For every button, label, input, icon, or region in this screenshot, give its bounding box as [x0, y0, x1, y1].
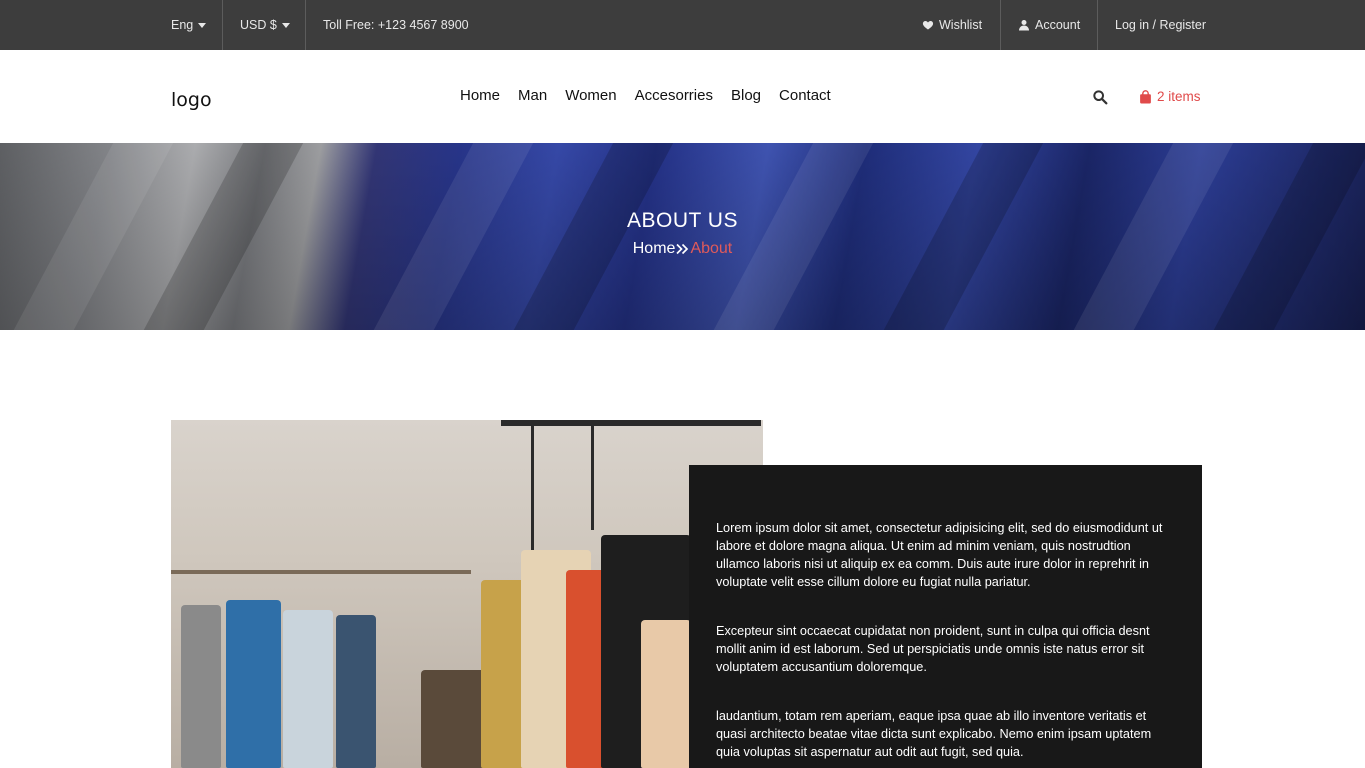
- breadcrumb: Home About: [0, 240, 1365, 258]
- currency-label: USD $: [240, 18, 277, 32]
- login-register-link[interactable]: Log in / Register: [1115, 0, 1206, 50]
- chevron-down-icon: [198, 23, 207, 28]
- top-bar-divider: [222, 0, 223, 50]
- user-icon: [1019, 20, 1029, 31]
- about-image: [171, 420, 763, 768]
- banner-fabric-shadow: [490, 143, 690, 330]
- breadcrumb-current: About: [690, 240, 733, 257]
- banner-fabric-shadow: [860, 143, 1060, 330]
- image-shelf: [171, 570, 471, 574]
- breadcrumb-home-link[interactable]: Home: [633, 240, 676, 258]
- currency-selector[interactable]: USD $: [240, 0, 290, 50]
- account-label: Account: [1035, 18, 1081, 32]
- nav-item-blog[interactable]: Blog: [731, 87, 761, 104]
- about-paragraph: Excepteur sint occaecat cupidatat non pr…: [716, 624, 1150, 674]
- wishlist-link[interactable]: Wishlist: [922, 0, 982, 50]
- double-chevron-right-icon: [676, 243, 689, 255]
- wishlist-label: Wishlist: [939, 18, 983, 32]
- language-label: Eng: [171, 18, 194, 32]
- site-header: logo Home Man Women Accesorries Blog Con…: [0, 50, 1365, 143]
- account-link[interactable]: Account: [1018, 0, 1080, 50]
- toll-free-number: Toll Free: +123 4567 8900: [323, 18, 469, 32]
- nav-item-man[interactable]: Man: [518, 87, 547, 104]
- chevron-down-icon: [281, 23, 290, 28]
- nav-item-women[interactable]: Women: [565, 87, 616, 104]
- image-rack-post: [531, 420, 534, 560]
- cart-count-label: 2 items: [1157, 89, 1201, 104]
- about-paragraph: laudantium, totam rem aperiam, eaque ips…: [716, 709, 1152, 759]
- page-title: ABOUT US: [627, 209, 738, 232]
- about-paragraph: Lorem ipsum dolor sit amet, consectetur …: [716, 521, 1163, 589]
- image-garment: [181, 605, 221, 768]
- page-banner: ABOUT US Home About: [0, 143, 1365, 330]
- shopping-bag-icon: [1140, 89, 1151, 103]
- banner-fabric-highlight: [1050, 143, 1250, 330]
- top-bar-divider: [1097, 0, 1098, 50]
- image-garment: [336, 615, 376, 768]
- top-bar: Eng USD $ Toll Free: +123 4567 8900 Wish…: [0, 0, 1365, 50]
- heart-icon: [922, 21, 934, 30]
- nav-item-accessories[interactable]: Accesorries: [635, 87, 713, 104]
- top-bar-divider: [305, 0, 306, 50]
- banner-fabric-highlight: [690, 143, 890, 330]
- main-nav: Home Man Women Accesorries Blog Contact: [460, 87, 831, 104]
- image-rack-bar: [501, 420, 761, 426]
- logo[interactable]: logo: [171, 89, 212, 111]
- search-icon[interactable]: [1092, 89, 1108, 105]
- top-bar-divider: [1000, 0, 1001, 50]
- image-garment: [226, 600, 281, 768]
- nav-item-contact[interactable]: Contact: [779, 87, 831, 104]
- nav-item-home[interactable]: Home: [460, 87, 500, 104]
- image-garment: [641, 620, 691, 768]
- cart-link[interactable]: 2 items: [1139, 89, 1201, 104]
- image-garment: [283, 610, 333, 768]
- language-selector[interactable]: Eng: [171, 0, 207, 50]
- banner-fabric-highlight: [350, 143, 550, 330]
- about-text-box: Lorem ipsum dolor sit amet, consectetur …: [689, 465, 1202, 768]
- image-rack-post: [591, 420, 594, 530]
